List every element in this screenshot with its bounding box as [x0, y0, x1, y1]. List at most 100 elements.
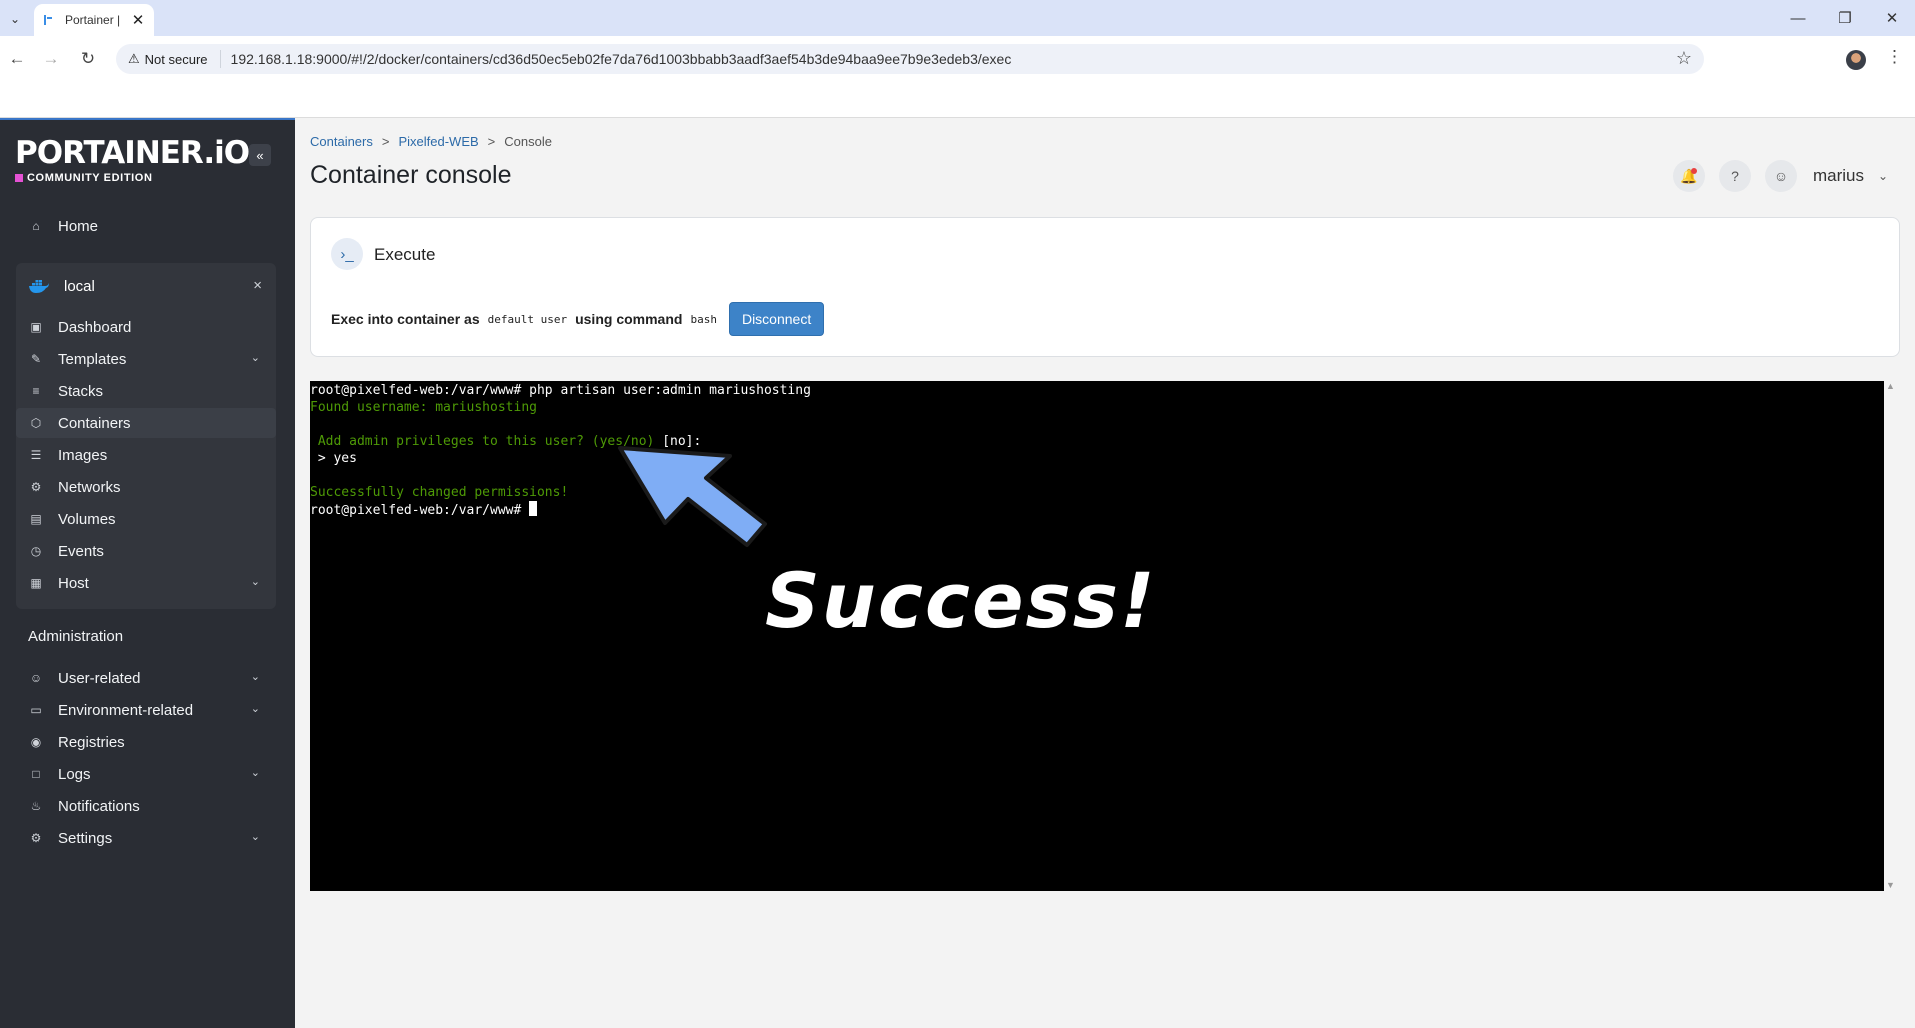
sidebar-item-label: Dashboard	[58, 318, 132, 336]
profile-avatar[interactable]	[1846, 50, 1866, 70]
window-close-icon[interactable]: ✕	[1870, 6, 1914, 30]
sidebar-item-environment-related[interactable]: ▭ Environment-related ⌄	[16, 695, 276, 725]
chevron-down-icon[interactable]: ⌄	[251, 351, 260, 364]
sidebar-item-label: Containers	[58, 414, 131, 432]
terminal-line-empty	[310, 467, 1884, 484]
clock-icon: ◷	[30, 544, 42, 558]
sidebar-item-registries[interactable]: ◉ Registries	[16, 727, 276, 757]
breadcrumb-container-name[interactable]: Pixelfed-WEB	[398, 134, 478, 149]
sidebar-item-templates[interactable]: ✎ Templates ⌄	[16, 344, 276, 374]
chevron-down-icon[interactable]: ⌄	[1878, 169, 1888, 183]
sidebar-item-label: Events	[58, 542, 104, 560]
exec-middle-label: using command	[575, 311, 683, 327]
browser-menu-icon[interactable]: ⋮	[1886, 47, 1903, 67]
sidebar-item-label: Images	[58, 446, 108, 464]
back-icon[interactable]: ←	[4, 46, 30, 72]
success-annotation: Success!	[765, 556, 1157, 645]
header-actions: 🔔 ? ☺ marius ⌄	[1673, 160, 1888, 192]
terminal-icon: ›_	[331, 238, 363, 270]
hard-drive-icon: ▭	[30, 703, 42, 717]
sidebar-item-user-related[interactable]: ☺ User-related ⌄	[16, 663, 276, 693]
restore-icon[interactable]: ❐	[1823, 6, 1867, 30]
sidebar-item-settings[interactable]: ⚙ Settings ⌄	[16, 823, 276, 853]
sidebar-item-events[interactable]: ◷ Events	[16, 536, 276, 566]
sidebar-item-logs[interactable]: □ Logs ⌄	[16, 759, 276, 789]
breadcrumb-console: Console	[504, 134, 552, 149]
gear-icon: ⚙	[30, 831, 42, 845]
layers-icon: ≡	[32, 384, 40, 398]
terminal-line: Found username: mariushosting	[310, 400, 537, 415]
home-icon: ⌂	[32, 219, 40, 233]
scroll-up-arrow-icon[interactable]: ▲	[1886, 381, 1895, 391]
sidebar-item-label: Volumes	[58, 510, 116, 528]
browser-tab[interactable]: Portainer | ✕	[34, 4, 154, 36]
users-icon: ☺	[29, 671, 43, 685]
terminal-line: Successfully changed permissions!	[310, 485, 569, 500]
notification-dot	[1691, 168, 1697, 174]
portainer-favicon-icon	[42, 13, 56, 27]
sidebar-item-home[interactable]: ⌂ Home	[16, 211, 276, 241]
chevron-down-icon[interactable]: ⌄	[251, 575, 260, 588]
notifications-bell-icon[interactable]: 🔔	[1673, 160, 1705, 192]
sidebar-item-stacks[interactable]: ≡ Stacks	[16, 376, 276, 406]
logo-edition: COMMUNITY EDITION	[15, 172, 249, 184]
user-menu-name[interactable]: marius	[1813, 166, 1864, 186]
sidebar-item-label: Logs	[58, 765, 91, 783]
reload-icon[interactable]: ↻	[75, 46, 101, 72]
tab-search-icon[interactable]: ⌄	[4, 8, 26, 30]
page-title: Container console	[310, 161, 512, 189]
collapse-sidebar-button[interactable]: «	[249, 144, 271, 166]
sidebar-item-label: Settings	[58, 829, 113, 847]
bookmark-star-icon[interactable]: ☆	[1676, 48, 1692, 69]
close-tab-icon[interactable]: ✕	[130, 11, 146, 29]
tab-title: Portainer |	[65, 13, 121, 27]
breadcrumb-containers[interactable]: Containers	[310, 134, 373, 149]
help-icon[interactable]: ?	[1719, 160, 1751, 192]
sidebar-item-containers[interactable]: ⬡ Containers	[16, 408, 276, 438]
sidebar-item-dashboard[interactable]: ▣ Dashboard	[16, 312, 276, 342]
environment-header[interactable]: local ×	[16, 266, 276, 306]
sidebar-item-notifications[interactable]: ♨ Notifications	[16, 791, 276, 821]
sidebar-item-volumes[interactable]: ▤ Volumes	[16, 504, 276, 534]
box-icon: ⬡	[30, 416, 42, 430]
edition-square-icon	[15, 174, 23, 182]
pointer-arrow-icon	[618, 446, 767, 547]
logo-name: PORTAINER.iO	[15, 135, 250, 171]
close-environment-icon[interactable]: ×	[253, 277, 262, 294]
breadcrumb: Containers > Pixelfed-WEB > Console	[310, 134, 552, 149]
sidebar: PORTAINER.iO COMMUNITY EDITION « ⌂ Home …	[0, 118, 295, 1028]
exec-description: Exec into container as default user usin…	[331, 302, 825, 336]
sidebar-item-networks[interactable]: ⚙ Networks	[16, 472, 276, 502]
database-icon: ▤	[30, 512, 42, 526]
sidebar-item-images[interactable]: ☰ Images	[16, 440, 276, 470]
edit-icon: ✎	[30, 352, 42, 366]
minimize-icon[interactable]: —	[1776, 6, 1820, 30]
terminal-line: > yes	[310, 451, 357, 466]
exec-prefix-label: Exec into container as	[331, 311, 480, 327]
file-text-icon: □	[32, 767, 40, 781]
server-icon: ▦	[30, 576, 42, 590]
terminal-prompt-question: Add admin privileges to this user? (yes/…	[310, 434, 655, 449]
chevron-down-icon[interactable]: ⌄	[251, 766, 260, 779]
bell-icon: ♨	[30, 799, 42, 813]
browser-tab-bar: ⌄ Portainer | ✕ — ❐ ✕	[0, 0, 1915, 36]
scroll-down-arrow-icon[interactable]: ▼	[1886, 880, 1895, 890]
chevron-down-icon[interactable]: ⌄	[251, 830, 260, 843]
sidebar-item-host[interactable]: ▦ Host ⌄	[16, 568, 276, 598]
chevron-down-icon[interactable]: ⌄	[251, 702, 260, 715]
exec-user-value: default user	[487, 312, 568, 326]
sidebar-item-label: User-related	[58, 669, 141, 687]
main-content: Containers > Pixelfed-WEB > Console Cont…	[295, 118, 1915, 1028]
portainer-logo[interactable]: PORTAINER.iO COMMUNITY EDITION	[15, 135, 250, 184]
network-icon: ⚙	[30, 480, 42, 494]
chevron-down-icon[interactable]: ⌄	[251, 670, 260, 683]
terminal-line: root@pixelfed-web:/var/www# php artisan …	[310, 383, 811, 398]
exec-command-value: bash	[690, 312, 717, 326]
administration-heading: Administration	[28, 628, 124, 645]
disconnect-button[interactable]: Disconnect	[728, 302, 825, 336]
forward-icon[interactable]: →	[38, 46, 64, 72]
url-input[interactable]: ⚠ Not secure 192.168.1.18:9000/#!/2/dock…	[116, 44, 1704, 74]
user-icon[interactable]: ☺	[1765, 160, 1797, 192]
url-text: 192.168.1.18:9000/#!/2/docker/containers…	[230, 51, 1012, 67]
security-indicator[interactable]: ⚠ Not secure	[128, 50, 221, 68]
